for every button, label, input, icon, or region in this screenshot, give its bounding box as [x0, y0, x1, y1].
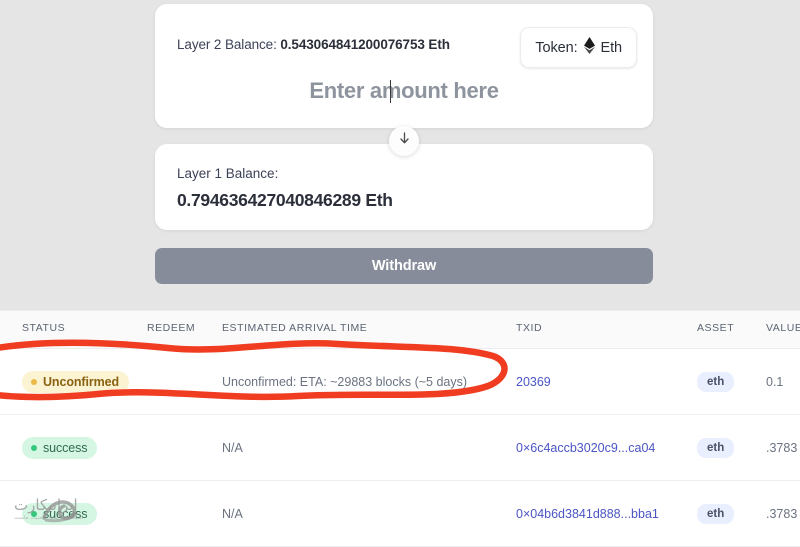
- eta-text: Unconfirmed: ETA: ~29883 blocks (~5 days…: [222, 374, 468, 389]
- layer1-card: Layer 1 Balance: 0.794636427040846289 Et…: [155, 144, 653, 230]
- status-badge: success: [22, 502, 98, 525]
- swap-direction-button[interactable]: [389, 126, 419, 156]
- asset-pill: eth: [697, 437, 735, 458]
- layer2-balance-value: 0.543064841200076753 Eth: [280, 37, 450, 52]
- column-header-redeem: REDEEM: [147, 322, 196, 334]
- table-row[interactable]: success N/A 0×6c4accb3020c9...ca04 eth .…: [0, 415, 800, 481]
- asset-pill: eth: [697, 503, 735, 524]
- value-text: .3783: [766, 440, 798, 455]
- withdraw-button[interactable]: Withdraw: [155, 248, 653, 284]
- status-dot-icon: [31, 510, 37, 517]
- layer1-balance-label: Layer 1 Balance:: [177, 166, 279, 181]
- redeem-text: N/A: [222, 440, 243, 455]
- column-header-status: STATUS: [22, 322, 66, 334]
- redeem-text: N/A: [222, 506, 243, 521]
- column-header-asset: ASSET: [697, 322, 735, 334]
- status-label: success: [43, 440, 88, 455]
- layer2-balance: Layer 2 Balance: 0.543064841200076753 Et…: [177, 37, 450, 52]
- value-text: 0.1: [766, 374, 784, 389]
- layer2-card: Layer 2 Balance: 0.543064841200076753 Et…: [155, 4, 653, 128]
- column-header-value: VALUE: [766, 322, 800, 334]
- status-label: Unconfirmed: [43, 374, 119, 389]
- arrow-down-icon: [399, 132, 410, 150]
- withdraw-panel: Layer 2 Balance: 0.543064841200076753 Et…: [155, 4, 653, 284]
- layer1-balance-value: 0.794636427040846289 Eth: [177, 190, 393, 210]
- asset-pill: eth: [697, 371, 735, 392]
- txid-link[interactable]: 0×6c4accb3020c9...ca04: [516, 441, 655, 455]
- transactions-table: STATUS REDEEM ESTIMATED ARRIVAL TIME TXI…: [0, 310, 800, 547]
- token-selector-label: Token:: [535, 39, 578, 56]
- status-dot-icon: [31, 444, 37, 451]
- token-selector[interactable]: Token: Eth: [520, 27, 637, 68]
- amount-input-placeholder: Enter amount here: [309, 78, 499, 103]
- status-label: success: [43, 506, 88, 521]
- table-row[interactable]: Unconfirmed Unconfirmed: ETA: ~29883 blo…: [0, 349, 800, 415]
- text-caret: [390, 79, 391, 103]
- txid-link[interactable]: 20369: [516, 375, 551, 389]
- value-text: .3783: [766, 506, 798, 521]
- status-badge: Unconfirmed: [22, 370, 129, 393]
- ethereum-diamond-icon: [583, 37, 595, 58]
- layer2-balance-label: Layer 2 Balance:: [177, 37, 277, 52]
- status-badge: success: [22, 436, 98, 459]
- txid-link[interactable]: 0×04b6d3841d888...bba1: [516, 507, 659, 521]
- status-dot-icon: [31, 378, 37, 385]
- amount-input[interactable]: Enter amount here: [155, 78, 653, 104]
- column-header-eta: ESTIMATED ARRIVAL TIME: [222, 322, 368, 334]
- table-header-row: STATUS REDEEM ESTIMATED ARRIVAL TIME TXI…: [0, 310, 800, 349]
- table-row[interactable]: success N/A 0×04b6d3841d888...bba1 eth .…: [0, 481, 800, 547]
- token-selector-value: Eth: [600, 39, 623, 56]
- column-header-txid: TXID: [516, 322, 543, 334]
